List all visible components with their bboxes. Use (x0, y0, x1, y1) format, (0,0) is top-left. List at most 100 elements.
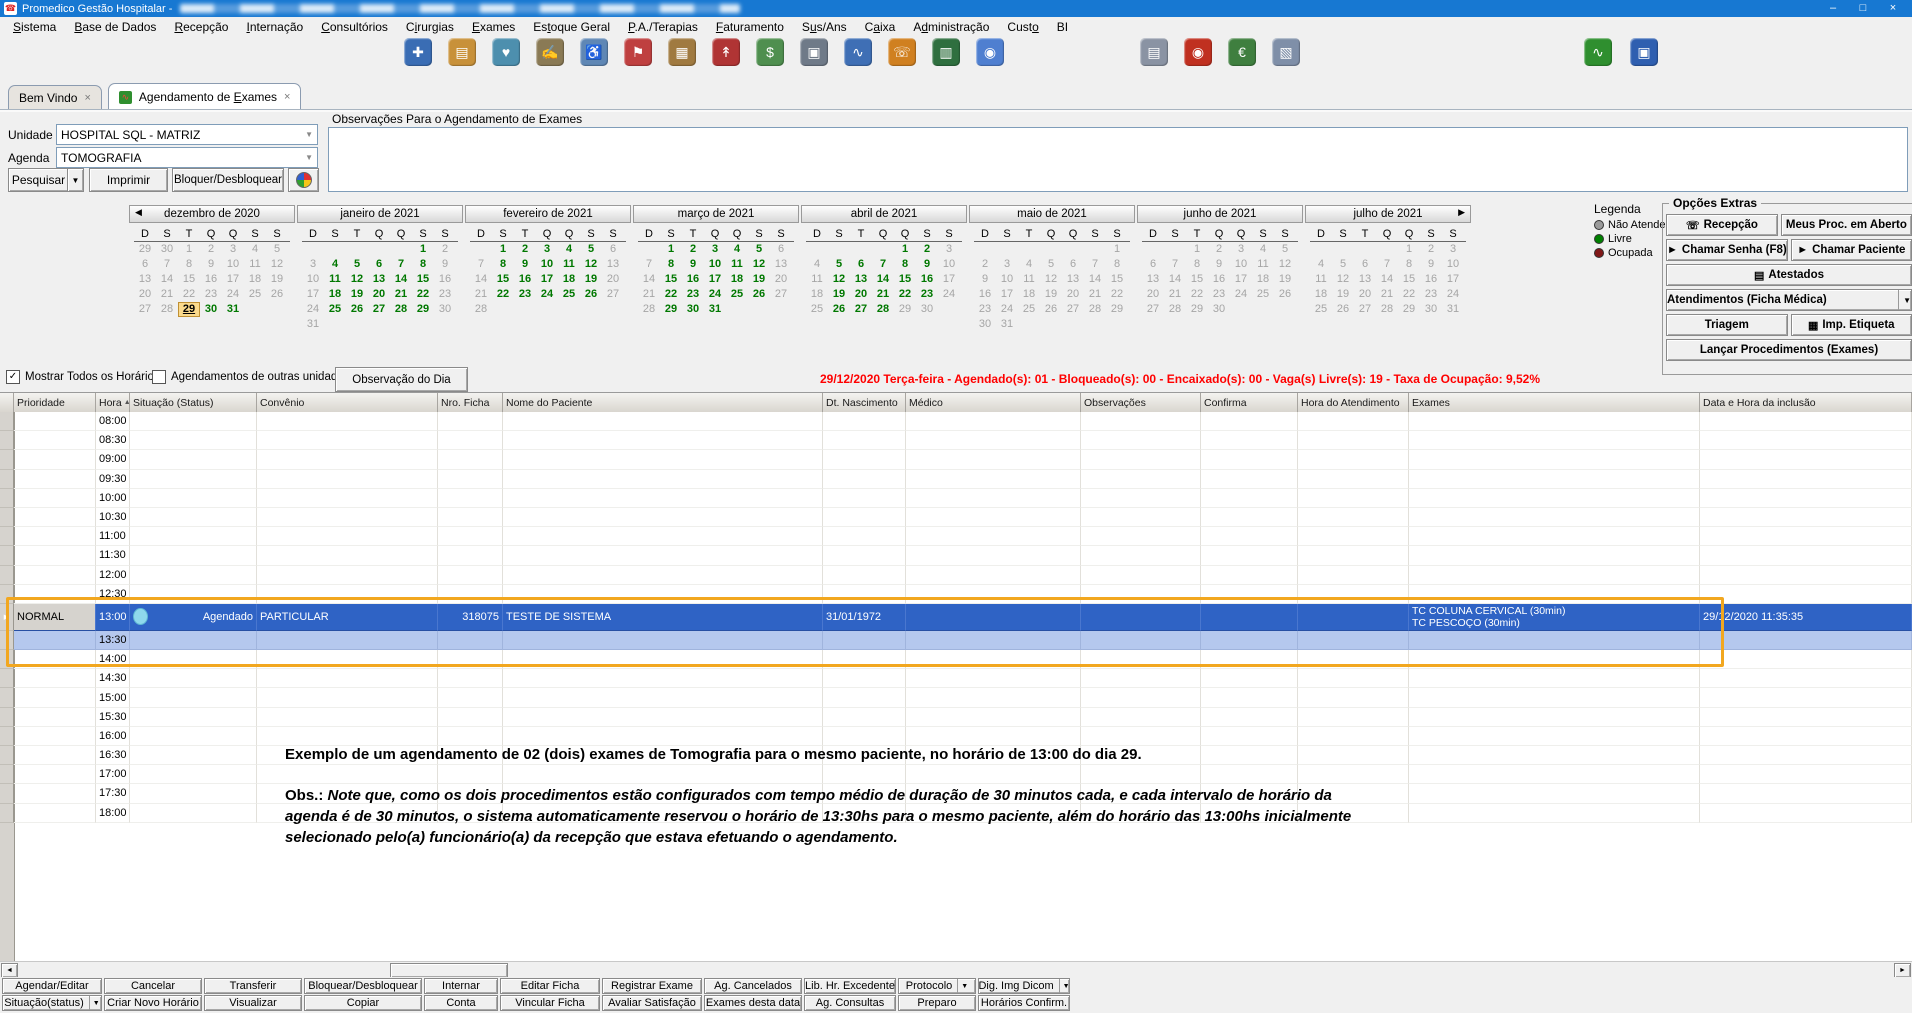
day-cell[interactable]: 12 (828, 272, 850, 287)
day-cell[interactable]: 25 (558, 287, 580, 302)
atendimentos-ficha-medica-button[interactable]: Atendimentos (Ficha Médica)▼ (1666, 289, 1912, 311)
day-cell[interactable]: 22 (412, 287, 434, 302)
schedule-row-15-30[interactable]: 15:30 (0, 708, 1912, 727)
day-cell[interactable]: 21 (390, 287, 412, 302)
menu-item-base-de-dados[interactable]: Base de Dados (65, 19, 165, 35)
column-header-confirma[interactable]: Confirma (1201, 393, 1298, 413)
day-cell[interactable]: 27 (368, 302, 390, 317)
schedule-row-13-00[interactable]: ▶NORMAL13:00AgendadoPARTICULAR318075TEST… (0, 604, 1912, 631)
horizontal-scrollbar[interactable]: ◄ ► (0, 961, 1912, 977)
day-cell[interactable]: 17 (704, 272, 726, 287)
pesquisar-dropdown-icon[interactable]: ▼ (67, 168, 84, 192)
checkbox-unchecked-icon[interactable] (152, 370, 166, 384)
day-cell[interactable]: 2 (514, 242, 536, 257)
day-cell[interactable]: 12 (346, 272, 368, 287)
column-header-hora-do-atendimento[interactable]: Hora do Atendimento (1298, 393, 1409, 413)
day-cell[interactable]: 12 (748, 257, 770, 272)
column-header-observacoes[interactable]: Observações (1081, 393, 1201, 413)
day-cell[interactable]: 5 (748, 242, 770, 257)
day-cell[interactable]: 17 (536, 272, 558, 287)
day-cell[interactable]: 8 (894, 257, 916, 272)
day-cell[interactable]: 30 (200, 302, 222, 317)
relatorios-icon[interactable]: ▤ (1140, 38, 1168, 66)
menu-item-cirurgias[interactable]: Cirurgias (397, 19, 463, 35)
day-cell[interactable]: 16 (514, 272, 536, 287)
day-cell[interactable]: 14 (390, 272, 412, 287)
protocolo-button[interactable]: Protocolo▼ (898, 978, 976, 994)
day-cell[interactable]: 27 (850, 302, 872, 317)
day-cell[interactable]: 25 (726, 287, 748, 302)
menu-item-exames[interactable]: Exames (463, 19, 524, 35)
day-cell[interactable]: 11 (558, 257, 580, 272)
day-cell[interactable]: 2 (916, 242, 938, 257)
schedule-row-12-00[interactable]: 12:00 (0, 566, 1912, 585)
prev-month-icon[interactable]: ◀ (135, 207, 142, 218)
corpo-clinico-icon[interactable]: ♥ (492, 38, 520, 66)
day-cell[interactable]: 1 (492, 242, 514, 257)
agendar-editar-button[interactable]: Agendar/Editar (2, 978, 102, 994)
column-header-data-e-hora-da-inclusao[interactable]: Data e Hora da inclusão (1700, 393, 1912, 413)
day-cell[interactable]: 8 (660, 257, 682, 272)
day-cell[interactable]: 9 (916, 257, 938, 272)
schedule-row-16-30[interactable]: 16:30 (0, 746, 1912, 765)
checkbox-checked-icon[interactable]: ✓ (6, 370, 20, 384)
menu-item-p-a-terapias[interactable]: P.A./Terapias (619, 19, 707, 35)
day-cell[interactable]: 20 (368, 287, 390, 302)
day-cell[interactable]: 29 (660, 302, 682, 317)
agenda-combobox[interactable]: TOMOGRAFIA ▼ (56, 147, 318, 168)
observacoes-textarea[interactable] (328, 127, 1908, 192)
outras-unidades-checkbox[interactable]: Agendamentos de outras unidades (152, 370, 349, 384)
chevron-down-icon[interactable]: ▼ (1898, 290, 1911, 310)
visualizar-button[interactable]: Visualizar (204, 995, 302, 1011)
day-cell[interactable]: 1 (412, 242, 434, 257)
documentos-icon[interactable]: ▧ (1272, 38, 1300, 66)
tab-bem-vindo[interactable]: Bem Vindo× (8, 85, 102, 110)
menu-item-estoque-geral[interactable]: Estoque Geral (524, 19, 619, 35)
next-month-icon[interactable]: ▶ (1458, 207, 1465, 218)
day-cell[interactable]: 11 (324, 272, 346, 287)
avaliar-satisfacao-button[interactable]: Avaliar Satisfação (602, 995, 702, 1011)
mensagens-icon[interactable]: ◉ (976, 38, 1004, 66)
day-cell[interactable]: 22 (492, 287, 514, 302)
registrar-exame-button[interactable]: Registrar Exame (602, 978, 702, 994)
estoque-icon[interactable]: ▦ (668, 38, 696, 66)
schedule-row-13-30[interactable]: 13:30 (0, 631, 1912, 650)
day-cell[interactable]: 15 (412, 272, 434, 287)
day-cell[interactable]: 1 (894, 242, 916, 257)
selected-day[interactable]: 29 (178, 302, 200, 317)
day-cell[interactable]: 2 (682, 242, 704, 257)
meus-proc-em-aberto-button[interactable]: Meus Proc. em Aberto (1781, 214, 1912, 236)
tab-agendamento-de-exames[interactable]: ∿Agendamento de Exames× (108, 83, 302, 110)
chamar-paciente-button[interactable]: ►Chamar Paciente (1791, 239, 1912, 261)
schedule-row-14-00[interactable]: 14:00 (0, 650, 1912, 669)
day-cell[interactable]: 15 (894, 272, 916, 287)
cadastro-pacientes-icon[interactable]: ✚ (404, 38, 432, 66)
lib-hr-excedente-button[interactable]: Lib. Hr. Excedente (804, 978, 896, 994)
menu-item-recepcao[interactable]: Recepção (165, 19, 237, 35)
day-cell[interactable]: 15 (660, 272, 682, 287)
transferir-button[interactable]: Transferir (204, 978, 302, 994)
chamar-senha-f8-button[interactable]: ►Chamar Senha (F8) (1666, 239, 1788, 261)
day-cell[interactable]: 11 (726, 257, 748, 272)
day-cell[interactable]: 5 (346, 257, 368, 272)
day-cell[interactable]: 8 (492, 257, 514, 272)
day-cell[interactable]: 23 (916, 287, 938, 302)
menu-item-custo[interactable]: Custo (998, 19, 1047, 35)
day-cell[interactable]: 20 (850, 287, 872, 302)
schedule-row-09-30[interactable]: 09:30 (0, 470, 1912, 489)
column-header-hora[interactable]: Hora▲ (96, 393, 130, 413)
sair-icon[interactable]: ◉ (1184, 38, 1212, 66)
manual-icon[interactable]: ▥ (932, 38, 960, 66)
maximize-button[interactable]: □ (1848, 0, 1878, 17)
internar-button[interactable]: Internar (424, 978, 498, 994)
imprimir-button[interactable]: Imprimir (89, 168, 168, 192)
column-header-nome-do-paciente[interactable]: Nome do Paciente (503, 393, 823, 413)
schedule-row-10-00[interactable]: 10:00 (0, 489, 1912, 508)
menu-item-bi[interactable]: BI (1048, 19, 1077, 35)
day-cell[interactable]: 14 (872, 272, 894, 287)
day-cell[interactable]: 16 (916, 272, 938, 287)
day-cell[interactable]: 19 (748, 272, 770, 287)
criar-novo-horario-button[interactable]: Criar Novo Horário (104, 995, 202, 1011)
chevron-down-icon[interactable]: ▼ (305, 130, 313, 139)
pesquisar-button[interactable]: Pesquisar (8, 168, 69, 192)
